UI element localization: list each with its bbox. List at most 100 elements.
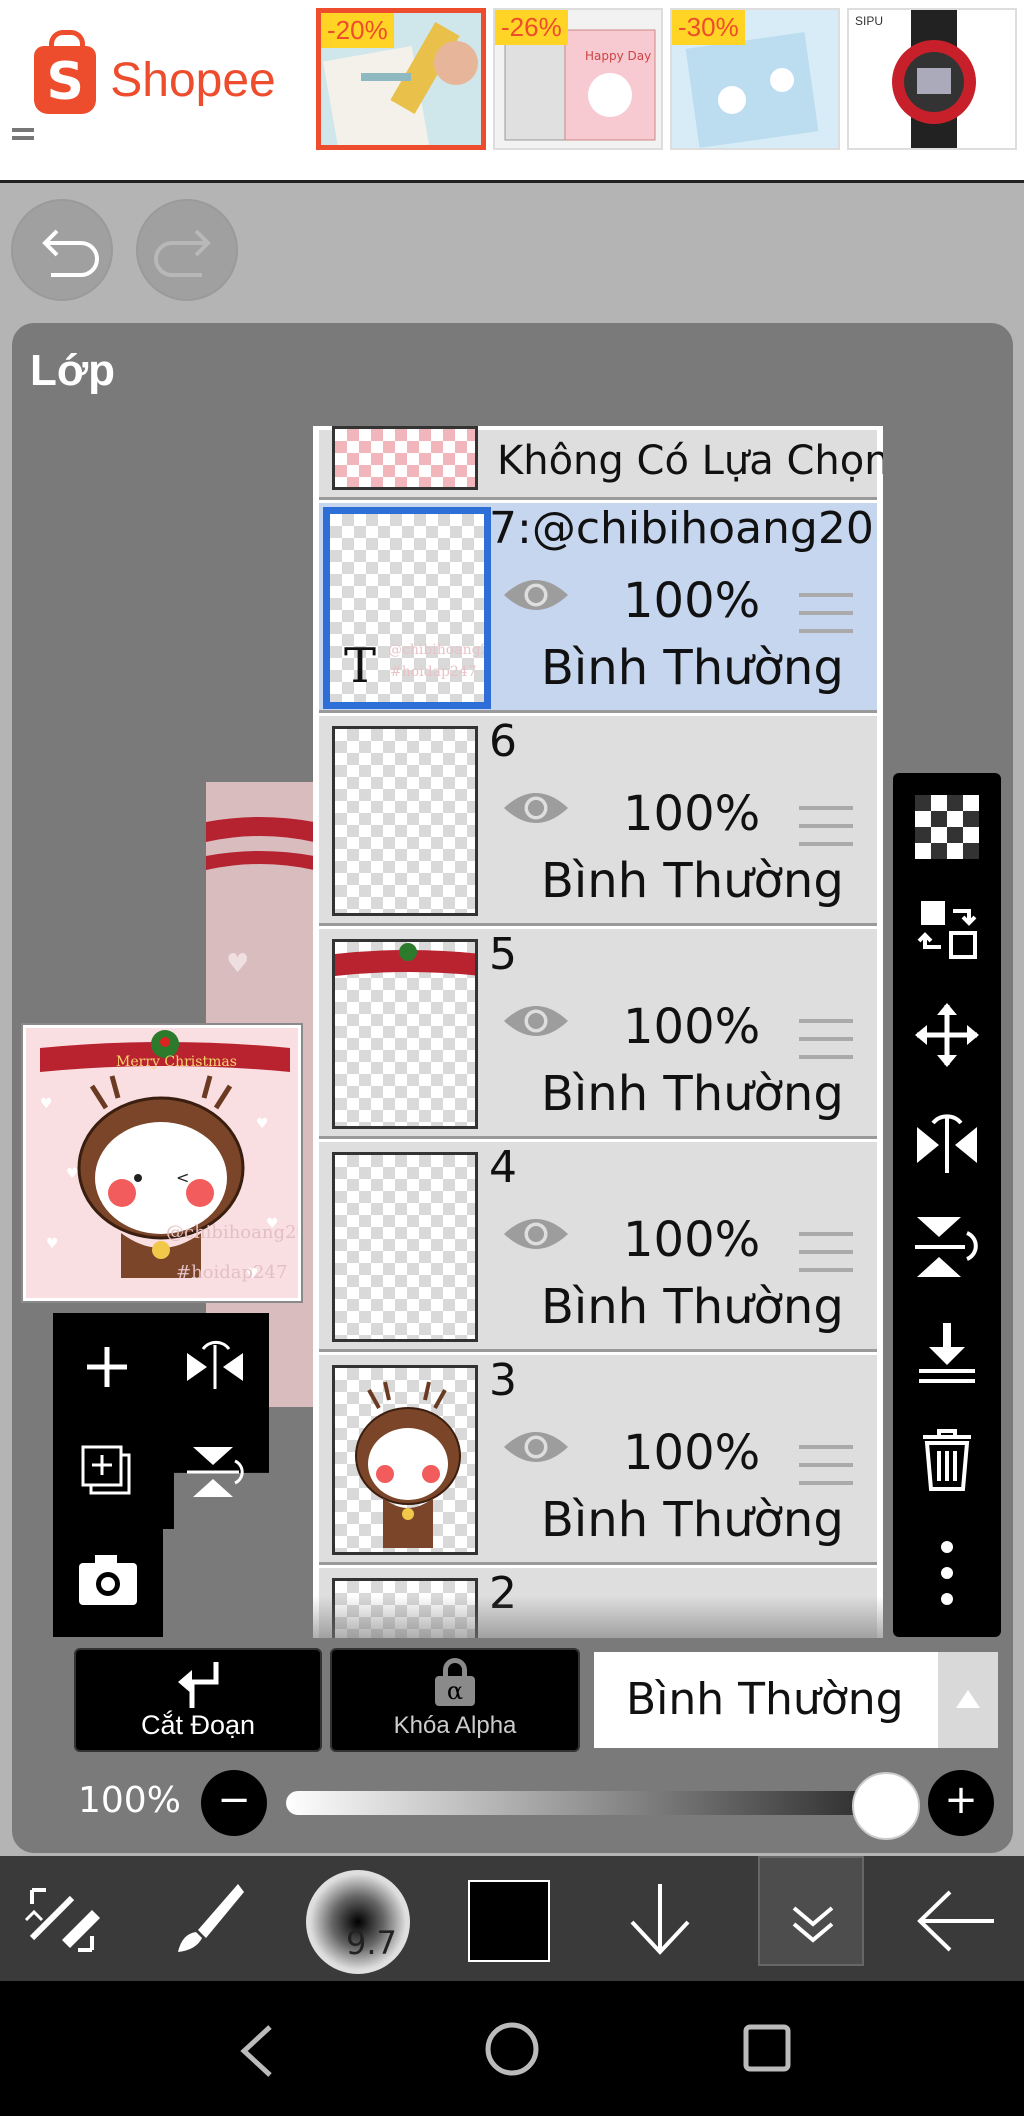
- layer-thumbnail: [332, 1365, 478, 1555]
- ad-product-4[interactable]: SIPU: [847, 8, 1017, 150]
- plus-icon: [87, 1347, 127, 1387]
- brush-tool-icon[interactable]: [168, 1878, 248, 1958]
- duplicate-icon: [81, 1445, 131, 1495]
- undo-icon: [42, 229, 99, 277]
- flip-horizontal-icon[interactable]: [913, 1107, 981, 1175]
- double-chevron-down-icon: [792, 1906, 834, 1943]
- layer-mini-toolbox: [53, 1313, 271, 1529]
- camera-button[interactable]: [53, 1529, 163, 1637]
- layer-row-4[interactable]: 4 100% Bình Thường: [319, 1142, 877, 1352]
- shopee-brand-label: Shopee: [110, 53, 276, 107]
- visibility-eye-icon[interactable]: [501, 999, 571, 1043]
- thumb-banner-text: Merry Christmas: [116, 1054, 237, 1070]
- drag-handle-icon[interactable]: [799, 806, 853, 846]
- layer-opacity: 100%: [623, 1212, 761, 1268]
- list-fade: [313, 1596, 883, 1638]
- back-arrow-icon[interactable]: [914, 1884, 1000, 1958]
- transparency-checker-icon[interactable]: [913, 793, 981, 861]
- layer-name: 6: [489, 716, 517, 767]
- layer-blend-mode: Bình Thường: [541, 1066, 844, 1122]
- layer-row-5[interactable]: 5 100% Bình Thường: [319, 929, 877, 1139]
- color-swatch[interactable]: [468, 1880, 550, 1962]
- text-layer-icon: T: [344, 638, 377, 694]
- thumb-watermark-1: @chibihoang2012: [166, 1222, 301, 1243]
- layer-row-6[interactable]: 6 100% Bình Thường: [319, 716, 877, 926]
- layer-name: 4: [489, 1142, 517, 1193]
- clip-arrow-icon: [178, 1662, 219, 1708]
- shopee-bag-icon: S: [34, 30, 97, 114]
- move-icon[interactable]: [913, 1001, 981, 1069]
- drag-handle-icon[interactable]: [799, 1232, 853, 1272]
- discount-badge: -26%: [495, 10, 568, 45]
- blend-mode-select[interactable]: Bình Thường: [594, 1652, 938, 1748]
- flip-vertical-icon[interactable]: [913, 1213, 981, 1281]
- opacity-slider[interactable]: [286, 1791, 886, 1815]
- svg-text:Happy Day: Happy Day: [585, 49, 651, 63]
- visibility-eye-icon[interactable]: [501, 786, 571, 830]
- transform-tool-icon[interactable]: [22, 1880, 102, 1960]
- more-options-icon[interactable]: [913, 1539, 981, 1607]
- no-selection-label: Không Có Lựa Chọn: [497, 438, 883, 484]
- ad-menu-icon[interactable]: [12, 128, 34, 140]
- layer-opacity: 100%: [623, 999, 761, 1055]
- ad-product-3[interactable]: -30%: [670, 8, 840, 150]
- opacity-slider-knob[interactable]: [852, 1772, 920, 1840]
- arrow-down-icon[interactable]: [620, 1878, 700, 1962]
- alpha-lock-label: Khóa Alpha: [393, 1712, 517, 1739]
- svg-text:<: <: [176, 1168, 189, 1187]
- undo-button[interactable]: [11, 199, 113, 301]
- visibility-eye-icon[interactable]: [501, 573, 571, 617]
- opacity-decrease-button[interactable]: −: [201, 1770, 267, 1836]
- layer-row-7[interactable]: T @chibihoang2012 #hoidap247 7:@chibihoa…: [319, 503, 877, 713]
- thumb-watermark-mini: @chibihoang2012: [388, 642, 490, 658]
- discount-badge: -20%: [321, 13, 394, 48]
- alpha-lock-button[interactable]: α Khóa Alpha: [330, 1648, 580, 1752]
- lock-icon: α: [435, 1658, 475, 1706]
- flip-vertical-button[interactable]: [183, 1443, 247, 1501]
- layers-toggle-button[interactable]: [758, 1856, 864, 1966]
- layer-name: 5: [489, 929, 517, 980]
- nav-back-icon[interactable]: [232, 2021, 282, 2081]
- flip-horizontal-button[interactable]: [183, 1339, 247, 1395]
- trash-icon[interactable]: [913, 1425, 981, 1493]
- visibility-eye-icon[interactable]: [501, 1425, 571, 1469]
- nav-recents-icon[interactable]: [742, 2023, 792, 2075]
- clipping-button[interactable]: Cắt Đoạn: [74, 1648, 322, 1752]
- canvas-thumbnail[interactable]: ♥♥♥ ♥♥♥ Merry Christmas < @chibihoang201…: [21, 1023, 303, 1303]
- drag-handle-icon[interactable]: [799, 1019, 853, 1059]
- layer-thumbnail: [332, 1152, 478, 1342]
- ad-product-2[interactable]: Happy Day -26%: [493, 8, 663, 150]
- svg-text:♥: ♥: [46, 1236, 59, 1252]
- layer-thumbnail: [332, 726, 478, 916]
- layer-list[interactable]: Không Có Lựa Chọn T @chibihoang2012 #hoi…: [313, 426, 883, 1638]
- drag-handle-icon[interactable]: [799, 1445, 853, 1485]
- layer-blend-mode: Bình Thường: [541, 1492, 844, 1548]
- blend-mode-dropdown-button[interactable]: [938, 1652, 998, 1748]
- layer-opacity: 100%: [623, 1425, 761, 1481]
- redo-button[interactable]: [136, 199, 238, 301]
- layer-row-3[interactable]: 3 100% Bình Thường: [319, 1355, 877, 1565]
- no-selection-row[interactable]: Không Có Lựa Chọn: [319, 426, 883, 500]
- thumb-watermark-2: #hoidap247: [176, 1262, 287, 1283]
- layer-blend-mode: Bình Thường: [541, 1279, 844, 1335]
- thumb-watermark-mini-2: #hoidap247: [390, 664, 477, 680]
- ad-product-1[interactable]: -20%: [316, 8, 486, 150]
- swap-layers-icon[interactable]: [913, 895, 981, 963]
- nav-home-icon[interactable]: [484, 2021, 540, 2077]
- copy-layer-button[interactable]: [79, 1443, 137, 1501]
- discount-badge: -30%: [672, 10, 745, 45]
- add-layer-button[interactable]: [79, 1339, 135, 1395]
- watch-brand-label: SIPU: [855, 14, 884, 28]
- shopee-logo[interactable]: S Shopee: [0, 0, 310, 160]
- triangle-up-icon: [956, 1690, 980, 1708]
- ad-banner[interactable]: S Shopee -20% Happy Day -26% -30% SIPU: [0, 0, 1024, 183]
- svg-text:♥: ♥: [256, 1116, 269, 1132]
- merge-down-icon[interactable]: [913, 1319, 981, 1387]
- drag-handle-icon[interactable]: [799, 593, 853, 633]
- opacity-increase-button[interactable]: +: [928, 1770, 994, 1836]
- flip-vertical-icon: [187, 1447, 244, 1497]
- opacity-label: 100%: [78, 1780, 181, 1821]
- brush-size-button[interactable]: 9.7: [306, 1870, 410, 1974]
- visibility-eye-icon[interactable]: [501, 1212, 571, 1256]
- clipping-label: Cắt Đoạn: [140, 1710, 256, 1740]
